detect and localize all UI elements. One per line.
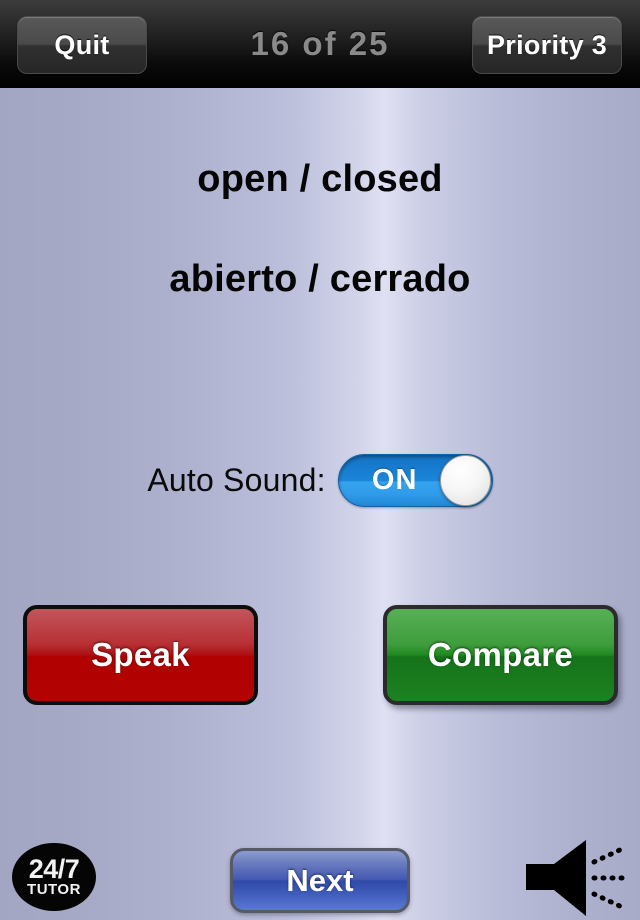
auto-sound-row: Auto Sound: ON [0, 452, 640, 508]
app-logo[interactable]: 24/7 TUTOR [12, 843, 96, 911]
priority-button[interactable]: Priority 3 [472, 16, 622, 74]
speak-button[interactable]: Speak [23, 605, 258, 705]
speaker-icon[interactable] [524, 838, 636, 918]
logo-title: 24/7 [28, 854, 80, 884]
next-button[interactable]: Next [230, 848, 410, 913]
auto-sound-label: Auto Sound: [147, 461, 326, 498]
logo-subtitle: TUTOR [27, 881, 81, 898]
auto-sound-toggle[interactable]: ON [337, 453, 493, 507]
source-phrase: open / closed [197, 158, 443, 200]
quit-button[interactable]: Quit [17, 16, 147, 74]
toggle-knob[interactable] [439, 454, 491, 506]
app-screen: 16 of 25 Quit Priority 3 open / closed a… [0, 0, 640, 920]
top-navigation-bar: 16 of 25 Quit Priority 3 [0, 0, 640, 88]
compare-button[interactable]: Compare [383, 605, 618, 705]
auto-sound-toggle-state: ON [371, 463, 418, 496]
target-phrase: abierto / cerrado [169, 258, 471, 300]
